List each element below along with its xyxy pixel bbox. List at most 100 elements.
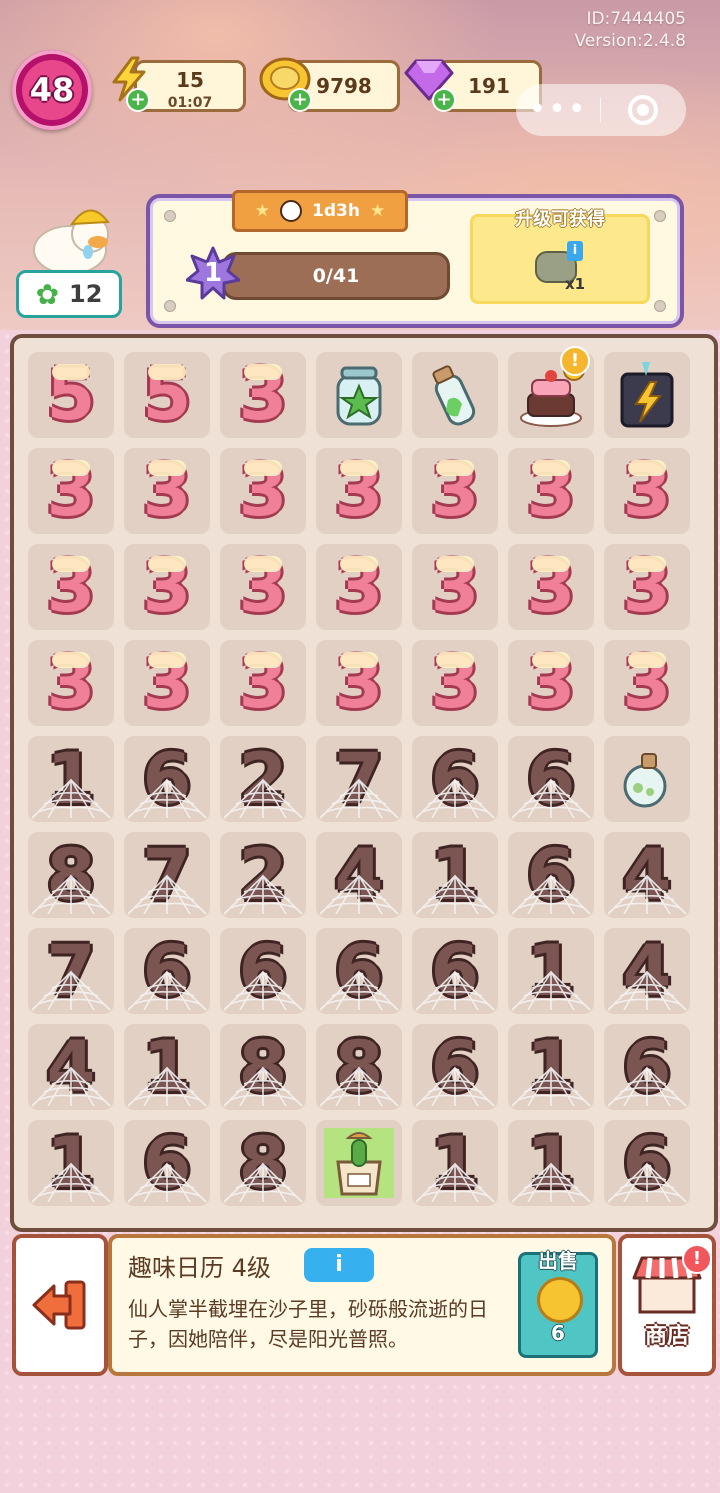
add-coins-button[interactable]: + <box>288 88 312 112</box>
exit-button[interactable] <box>12 1234 108 1376</box>
item-description: 仙人掌半截埋在沙子里，砂砾般流逝的日子，因她陪伴，尽是阳光普照。 <box>128 1297 488 1351</box>
pink-candle-cell[interactable]: 3 <box>316 448 402 534</box>
chocolate-number-candle: 6 <box>526 738 576 820</box>
pink-candle-cell[interactable]: 3 <box>220 544 306 630</box>
webbed-choc-candle-cell[interactable]: 1 <box>124 1024 210 1110</box>
webbed-choc-candle-cell[interactable]: 1 <box>28 736 114 822</box>
add-energy-button[interactable]: + <box>126 88 150 112</box>
webbed-choc-candle-cell[interactable]: 1 <box>508 928 594 1014</box>
lightning-box-cell[interactable] <box>604 352 690 438</box>
webbed-choc-candle-cell[interactable]: 6 <box>412 1024 498 1110</box>
add-gems-button[interactable]: + <box>432 88 456 112</box>
pink-candle-cell[interactable]: 3 <box>508 640 594 726</box>
chocolate-number-candle: 8 <box>238 1122 288 1204</box>
webbed-choc-candle-cell[interactable]: 6 <box>508 832 594 918</box>
player-level-badge[interactable]: 48 <box>12 50 92 130</box>
pink-number-candle: 3 <box>320 548 398 626</box>
webbed-choc-candle-cell[interactable]: 6 <box>124 1120 210 1206</box>
chocolate-number-candle: 1 <box>526 1026 576 1108</box>
webbed-choc-candle-cell[interactable]: 6 <box>316 928 402 1014</box>
webbed-choc-candle-cell[interactable]: 6 <box>124 928 210 1014</box>
chocolate-number-candle: 8 <box>46 834 96 916</box>
webbed-choc-candle-cell[interactable]: 2 <box>220 736 306 822</box>
pink-candle-cell[interactable]: 3 <box>412 448 498 534</box>
webbed-choc-candle-cell[interactable]: 8 <box>220 1120 306 1206</box>
jar-star-cell[interactable] <box>316 352 402 438</box>
webbed-choc-candle-cell[interactable]: 4 <box>604 832 690 918</box>
bottle-bulb-cell[interactable] <box>604 736 690 822</box>
webbed-choc-candle-cell[interactable]: 7 <box>28 928 114 1014</box>
pink-number-candle: 3 <box>608 548 686 626</box>
pink-candle-cell[interactable]: 3 <box>28 640 114 726</box>
star-counter[interactable]: ✿ 12 <box>16 270 122 318</box>
chocolate-number-candle: 2 <box>238 834 288 916</box>
pink-number-candle: 3 <box>608 452 686 530</box>
pink-candle-cell[interactable]: 3 <box>604 544 690 630</box>
chocolate-number-candle: 6 <box>622 1026 672 1108</box>
webbed-choc-candle-cell[interactable]: 6 <box>508 736 594 822</box>
chocolate-number-candle: 1 <box>526 1122 576 1204</box>
item-info-button[interactable]: i <box>304 1248 374 1282</box>
webbed-choc-candle-cell[interactable]: 4 <box>604 928 690 1014</box>
pink-number-candle: 3 <box>224 452 302 530</box>
pink-candle-cell[interactable]: 3 <box>124 448 210 534</box>
cactus-calendar-cell[interactable] <box>316 1120 402 1206</box>
pink-candle-cell[interactable]: 5 <box>124 352 210 438</box>
alert-badge: ! <box>560 346 590 376</box>
chocolate-number-candle: 6 <box>430 1026 480 1108</box>
pink-candle-cell[interactable]: 3 <box>124 640 210 726</box>
webbed-choc-candle-cell[interactable]: 6 <box>412 928 498 1014</box>
pink-candle-cell[interactable]: 3 <box>220 448 306 534</box>
webbed-choc-candle-cell[interactable]: 8 <box>28 832 114 918</box>
webbed-choc-candle-cell[interactable]: 1 <box>412 832 498 918</box>
webbed-choc-candle-cell[interactable]: 8 <box>316 1024 402 1110</box>
duck-mascot[interactable] <box>26 198 116 278</box>
chocolate-number-candle: 6 <box>430 930 480 1012</box>
pink-candle-cell[interactable]: 3 <box>604 640 690 726</box>
pink-candle-cell[interactable]: 3 <box>220 640 306 726</box>
webbed-choc-candle-cell[interactable]: 8 <box>220 1024 306 1110</box>
webbed-choc-candle-cell[interactable]: 2 <box>220 832 306 918</box>
merge-board: 5 5 3! 3 3 3 3 3 3 3 3 3 3 3 3 3 3 3 3 3 3 3 3 3 1 6 2 7 6 6 8 7 2 4 1 6 4 7 6… <box>10 334 718 1232</box>
pink-candle-cell[interactable]: 3 <box>316 640 402 726</box>
webbed-choc-candle-cell[interactable]: 6 <box>220 928 306 1014</box>
webbed-choc-candle-cell[interactable]: 6 <box>604 1120 690 1206</box>
webbed-choc-candle-cell[interactable]: 6 <box>412 736 498 822</box>
webbed-choc-candle-cell[interactable]: 6 <box>604 1024 690 1110</box>
pink-candle-cell[interactable]: 3 <box>508 544 594 630</box>
chocolate-number-candle: 6 <box>142 738 192 820</box>
close-miniprogram-button[interactable] <box>601 95 685 125</box>
pink-candle-cell[interactable]: 3 <box>28 448 114 534</box>
sell-button[interactable]: 出售 6 <box>518 1249 598 1358</box>
webbed-choc-candle-cell[interactable]: 1 <box>508 1024 594 1110</box>
shop-label: 商店 <box>644 1324 689 1349</box>
pink-candle-cell[interactable]: 3 <box>124 544 210 630</box>
webbed-choc-candle-cell[interactable]: 7 <box>124 832 210 918</box>
pink-number-candle: 3 <box>512 548 590 626</box>
pink-candle-cell[interactable]: 3 <box>28 544 114 630</box>
more-menu-button[interactable]: ••• <box>516 95 600 125</box>
pink-candle-cell[interactable]: 3 <box>412 544 498 630</box>
pink-candle-cell[interactable]: 3 <box>220 352 306 438</box>
bottle-green-cell[interactable] <box>412 352 498 438</box>
pink-candle-cell[interactable]: 3 <box>316 544 402 630</box>
pink-candle-cell[interactable]: 3 <box>508 448 594 534</box>
webbed-choc-candle-cell[interactable]: 6 <box>124 736 210 822</box>
pink-candle-cell[interactable]: 3 <box>604 448 690 534</box>
webbed-choc-candle-cell[interactable]: 4 <box>28 1024 114 1110</box>
coin-icon <box>537 1277 583 1323</box>
shop-alert-badge: ! <box>682 1244 712 1274</box>
webbed-choc-candle-cell[interactable]: 1 <box>508 1120 594 1206</box>
webbed-choc-candle-cell[interactable]: 4 <box>316 832 402 918</box>
pink-candle-cell[interactable]: 3 <box>412 640 498 726</box>
webbed-choc-candle-cell[interactable]: 7 <box>316 736 402 822</box>
cake-cell[interactable]: ! <box>508 346 594 438</box>
pink-number-candle: 3 <box>128 548 206 626</box>
reward-info-button[interactable]: i <box>567 241 583 261</box>
webbed-choc-candle-cell[interactable]: 1 <box>28 1120 114 1206</box>
level-up-reward[interactable]: 升级可获得 i x1 <box>470 209 650 304</box>
webbed-choc-candle-cell[interactable]: 1 <box>412 1120 498 1206</box>
shop-button[interactable]: 商店 ! <box>618 1234 716 1376</box>
chocolate-number-candle: 1 <box>430 1122 480 1204</box>
pink-candle-cell[interactable]: 5 <box>28 352 114 438</box>
